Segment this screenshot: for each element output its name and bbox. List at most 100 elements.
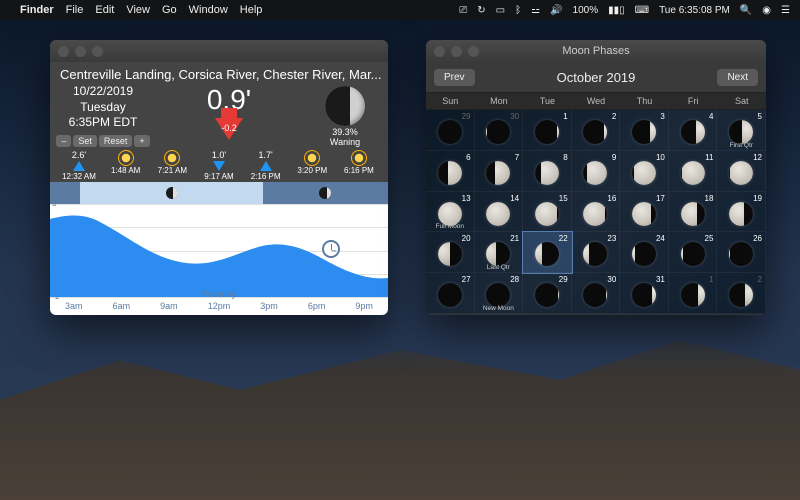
moon-phase-icon [535,161,559,185]
phase-label: First Qtr [717,142,765,149]
calendar-cell[interactable]: 26 [717,232,766,273]
calendar-cell[interactable]: 24 [620,232,669,273]
calendar-cell[interactable]: 2 [572,110,621,151]
tide-header: Centreville Landing, Corsica River, Ches… [50,62,388,182]
spotlight-icon[interactable]: 🔍 [740,5,752,16]
day-number: 30 [607,275,616,284]
calendar-cell[interactable]: 1 [523,110,572,151]
moon-phase-icon [681,161,705,185]
menu-window[interactable]: Window [189,4,228,16]
calendar-cell[interactable]: 9 [572,151,621,192]
calendar-cell[interactable]: 5First Qtr [717,110,766,151]
wifi-icon[interactable]: ⚍ [531,5,540,16]
calendar-cell[interactable]: 4 [669,110,718,151]
sun-icon [119,151,133,165]
calendar-cell[interactable]: 25 [669,232,718,273]
forecast-time: 9:17 AM [196,172,242,181]
calendar-cell[interactable]: 1 [669,273,718,314]
calendar-cell[interactable]: 20 [426,232,475,273]
minus-button[interactable]: – [56,135,71,147]
day-number: 26 [753,234,762,243]
tide-chart[interactable]: 3'2'1'0'-1' Tuesday 3am6am9am12pm3pm6pm9… [50,182,388,315]
calendar-cell[interactable]: 7 [475,151,524,192]
day-number: 29 [559,275,568,284]
calendar-cell[interactable]: 21Last Qtr [475,232,524,273]
calendar-cell[interactable]: 16 [572,192,621,233]
calendar-cell[interactable]: 28New Moon [475,273,524,314]
moon-phase-icon [535,283,559,307]
calendar-cell[interactable]: 29 [426,110,475,151]
x-tick: 3am [65,301,83,311]
day-number: 9 [612,153,616,162]
calendar-cell[interactable]: 12 [717,151,766,192]
low-tide-icon [213,161,225,171]
battery-icon[interactable]: ▮▮▯ [608,5,625,16]
moon-phase-icon [535,242,559,266]
menu-help[interactable]: Help [240,4,263,16]
forecast-row: 2.6' 12:32 AM 1:48 AM 7:21 AM1.0' 9:17 A… [50,148,388,182]
set-button[interactable]: Set [73,135,97,147]
moon-titlebar[interactable]: Moon Phases [426,40,766,62]
next-button[interactable]: Next [717,69,758,86]
forecast-time: 1:48 AM [103,166,149,175]
menu-file[interactable]: File [66,4,84,16]
day-number: 15 [559,194,568,203]
calendar-cell[interactable]: 22 [523,232,572,273]
volume-icon[interactable]: 🔊 [550,5,562,16]
siri-icon[interactable]: ◉ [762,5,771,16]
chart-xlabels: 3am6am9am12pm3pm6pm9pm [50,297,388,315]
calendar-cell[interactable]: 13Full Moon [426,192,475,233]
calendar-cell[interactable]: 17 [620,192,669,233]
menu-go[interactable]: Go [162,4,177,16]
calendar-cell[interactable]: 6 [426,151,475,192]
battery-percent[interactable]: 100% [573,5,599,16]
calendar-cell[interactable]: 30 [475,110,524,151]
time-machine-icon[interactable]: ↻ [477,5,485,16]
moon-phase-icon [681,242,705,266]
calendar-cell[interactable]: 30 [572,273,621,314]
moon-phase-icon [535,120,559,144]
notification-icon[interactable]: ☰ [781,5,790,16]
calendar-cell[interactable]: 14 [475,192,524,233]
calendar-cell[interactable]: 18 [669,192,718,233]
traffic-lights[interactable] [58,46,103,57]
menu-view[interactable]: View [126,4,150,16]
forecast-cell: 6:16 PM [336,150,382,181]
tide-titlebar[interactable] [50,40,388,62]
location-label[interactable]: Centreville Landing, Corsica River, Ches… [50,62,388,84]
display-icon[interactable]: ▭ [496,5,505,16]
calendar-cell[interactable]: 31 [620,273,669,314]
menu-edit[interactable]: Edit [95,4,114,16]
forecast-cell: 1.0' 9:17 AM [196,150,242,181]
clock[interactable]: Tue 6:35:08 PM [659,5,730,16]
moon-phase-icon [438,283,462,307]
day-number: 29 [462,112,471,121]
calendar-cell[interactable]: 10 [620,151,669,192]
reset-button[interactable]: Reset [99,135,133,147]
day-number: 11 [705,153,713,162]
bluetooth-icon[interactable]: ᛒ [515,5,521,16]
day-number: 17 [656,194,665,203]
prev-button[interactable]: Prev [434,69,475,86]
forecast-time: 2:16 PM [243,172,289,181]
calendar-cell[interactable]: 19 [717,192,766,233]
day-number: 14 [510,194,519,203]
calendar-cell[interactable]: 23 [572,232,621,273]
traffic-lights[interactable] [434,46,479,57]
calendar-cell[interactable]: 29 [523,273,572,314]
input-icon[interactable]: ⌨ [635,5,649,16]
moon-phase-icon [681,120,705,144]
airplay-icon[interactable]: ⎚ [459,5,467,16]
calendar-cell[interactable]: 8 [523,151,572,192]
day-number: 1 [709,275,713,284]
calendar-cell[interactable]: 11 [669,151,718,192]
forecast-time: 6:16 PM [336,166,382,175]
day-number: 1 [563,112,567,121]
calendar-cell[interactable]: 3 [620,110,669,151]
menubar-right: ⎚ ↻ ▭ ᛒ ⚍ 🔊 100% ▮▮▯ ⌨ Tue 6:35:08 PM 🔍 … [459,5,790,16]
day-number: 23 [607,234,616,243]
calendar-cell[interactable]: 27 [426,273,475,314]
app-name[interactable]: Finder [20,4,54,16]
calendar-cell[interactable]: 15 [523,192,572,233]
calendar-cell[interactable]: 2 [717,273,766,314]
